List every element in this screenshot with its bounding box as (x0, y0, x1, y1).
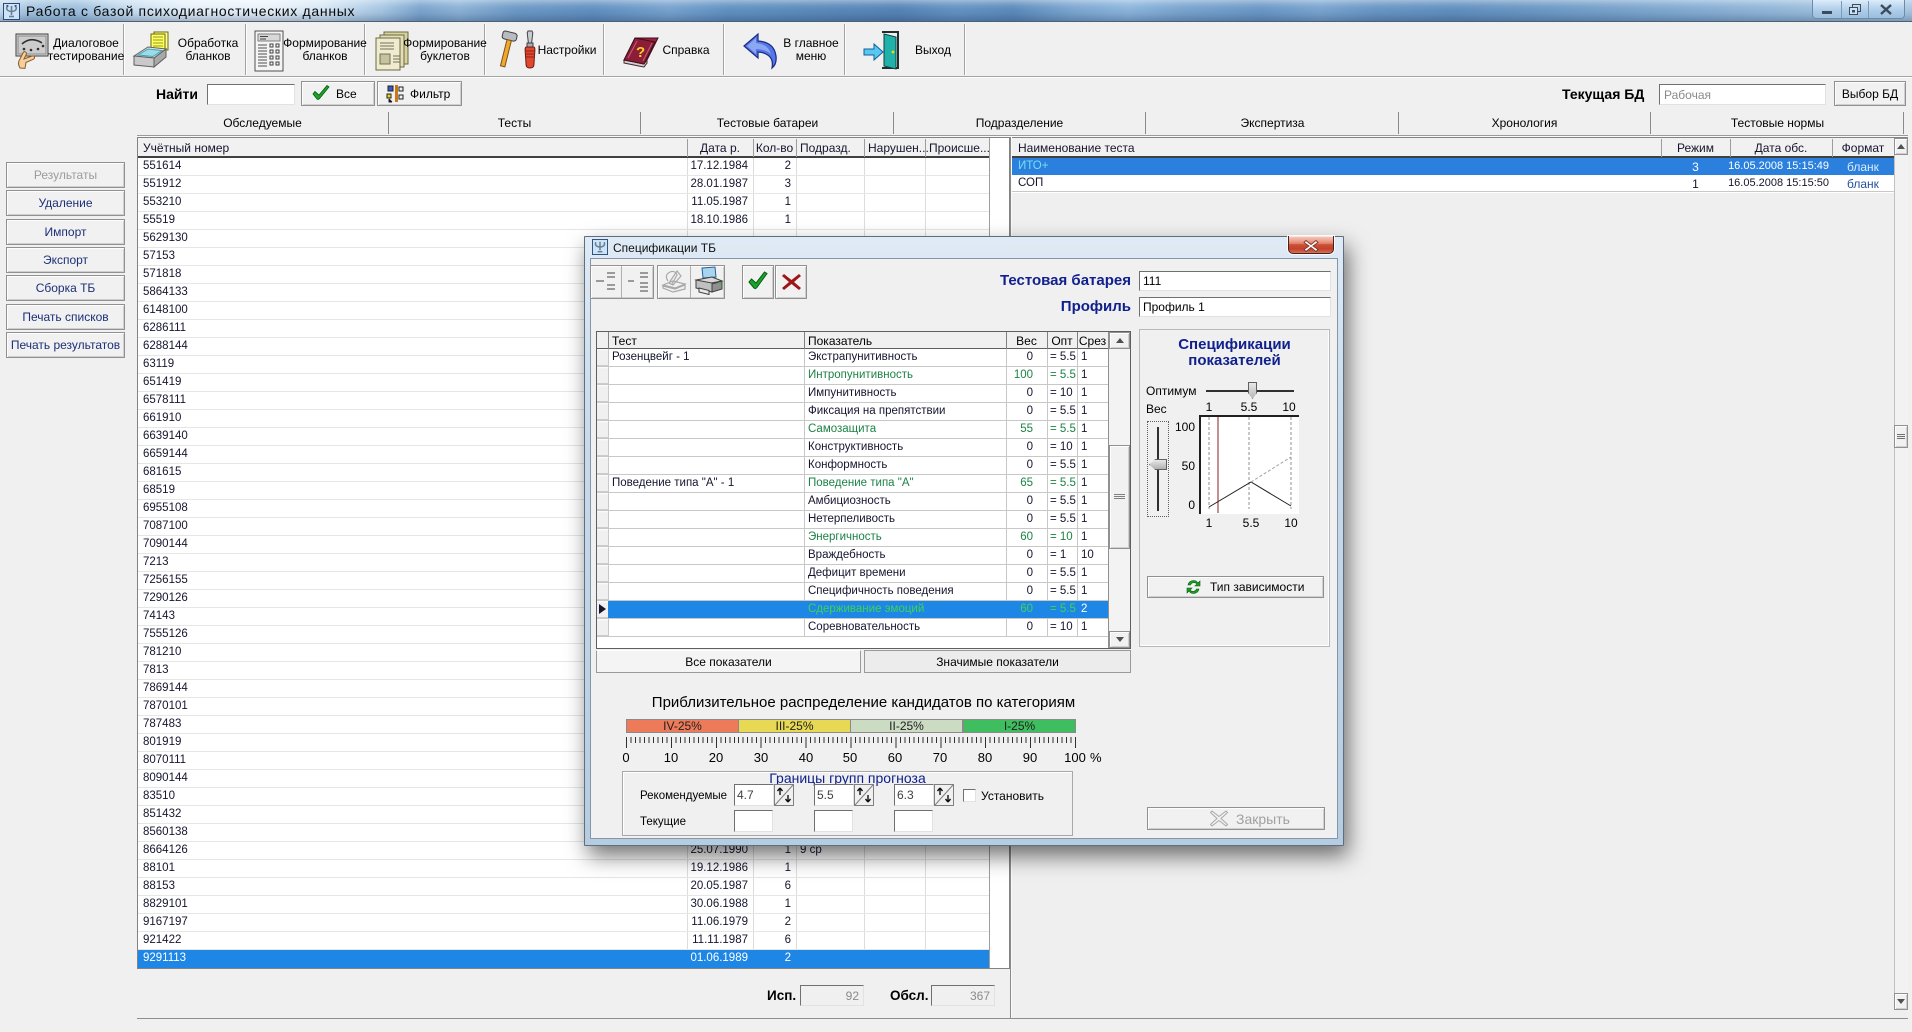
svg-text:?: ? (636, 44, 645, 61)
